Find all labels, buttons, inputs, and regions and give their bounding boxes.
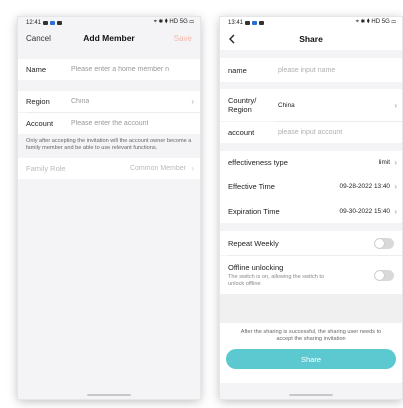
app-notification-icon — [252, 20, 258, 25]
nav-bar: Cancel Add Member Save — [18, 28, 200, 48]
add-member-screen: 12:41 ⌖ ✱ ⧫ HD 5G ▭ Cancel Add Member Sa… — [18, 17, 200, 399]
offline-unlocking-label: Offline unlocking — [228, 262, 284, 272]
effectiveness-type-row[interactable]: effectiveness type limit › — [220, 151, 402, 173]
status-indicators: ⌖ ✱ ⧫ HD 5G ▭ — [153, 19, 194, 25]
home-indicator — [289, 394, 333, 396]
country-region-row[interactable]: Country/ Region China › — [220, 89, 402, 121]
region-value: China — [71, 98, 90, 105]
status-bar: 13:41 ⌖ ✱ ⧫ HD 5G ▭ — [220, 17, 402, 28]
region-label: Region — [26, 97, 50, 106]
chevron-right-icon: › — [394, 100, 397, 110]
effectiveness-type-value: limit — [378, 158, 390, 166]
name-label: name — [228, 65, 247, 75]
name-row[interactable]: name please input name — [220, 58, 402, 82]
effective-time-row[interactable]: Effective Time 09-28-2022 13:40 › — [220, 173, 402, 199]
name-input[interactable]: Please enter a home member n — [71, 66, 191, 73]
back-arrow-icon[interactable] — [228, 34, 238, 44]
expiration-time-label: Expiration Time — [228, 206, 280, 216]
home-indicator — [87, 394, 131, 396]
family-role-label: Family Role — [26, 163, 66, 173]
region-row[interactable]: Region China › — [18, 91, 200, 112]
status-time: 13:41 — [228, 19, 244, 26]
status-indicators: ⌖ ✱ ⧫ HD 5G ▭ — [355, 19, 396, 25]
country-region-label: Country/ Region — [228, 96, 278, 114]
chevron-right-icon: › — [394, 157, 397, 167]
account-row[interactable]: Account Please enter the account — [18, 113, 200, 134]
account-label: Account — [26, 119, 54, 128]
family-role-value: Common Member — [129, 164, 186, 172]
offline-unlocking-toggle[interactable] — [374, 269, 394, 281]
status-bar: 12:41 ⌖ ✱ ⧫ HD 5G ▭ — [18, 17, 200, 28]
message-icon — [43, 20, 49, 25]
chevron-right-icon: › — [394, 206, 397, 216]
chevron-right-icon: › — [191, 163, 194, 173]
name-label: Name — [26, 65, 47, 74]
link-icon — [259, 20, 265, 25]
invitation-note: Only after accepting the invitation will… — [26, 138, 192, 151]
account-input[interactable]: Please enter the account — [71, 120, 148, 127]
region-label: Region — [228, 105, 252, 114]
page-title: Share — [299, 34, 323, 44]
country-label: Country/ — [228, 96, 257, 105]
account-label: account — [228, 128, 255, 137]
footer: After the sharing is successful, the sha… — [220, 323, 402, 383]
sharing-note: After the sharing is successful, the sha… — [240, 329, 382, 342]
repeat-weekly-row: Repeat Weekly — [220, 231, 402, 255]
link-icon — [57, 20, 63, 25]
effective-time-label: Effective Time — [228, 181, 275, 191]
name-input[interactable]: please input name — [278, 67, 335, 74]
offline-unlocking-row: Offline unlocking The switch is on, allo… — [220, 256, 402, 294]
country-value: China — [278, 101, 295, 109]
effective-time-value: 09-28-2022 13:40 — [339, 182, 390, 190]
family-role-row[interactable]: Family Role Common Member › — [18, 157, 200, 179]
account-row[interactable]: account please input account — [220, 122, 402, 143]
offline-unlocking-desc-2: unlock offline — [228, 280, 261, 287]
account-input[interactable]: please input account — [278, 129, 342, 136]
share-screen: 13:41 ⌖ ✱ ⧫ HD 5G ▭ Share name please in… — [220, 17, 402, 399]
offline-unlocking-desc-1: The switch is on, allowing the switch to — [228, 273, 325, 280]
message-icon — [245, 20, 251, 25]
chevron-right-icon: › — [191, 97, 194, 106]
status-time: 12:41 — [26, 19, 42, 26]
repeat-weekly-toggle[interactable] — [374, 237, 394, 249]
save-button[interactable]: Save — [174, 34, 192, 43]
share-button[interactable]: Share — [226, 349, 396, 369]
expiration-time-value: 09-30-2022 15:40 — [339, 207, 390, 215]
nav-bar: Share — [220, 28, 402, 50]
name-row[interactable]: Name Please enter a home member n — [18, 59, 200, 80]
effectiveness-type-label: effectiveness type — [228, 157, 288, 167]
repeat-weekly-label: Repeat Weekly — [228, 238, 279, 248]
expiration-time-row[interactable]: Expiration Time 09-30-2022 15:40 › — [220, 199, 402, 223]
cancel-button[interactable]: Cancel — [26, 34, 51, 43]
chevron-right-icon: › — [394, 181, 397, 191]
app-notification-icon — [50, 20, 56, 25]
